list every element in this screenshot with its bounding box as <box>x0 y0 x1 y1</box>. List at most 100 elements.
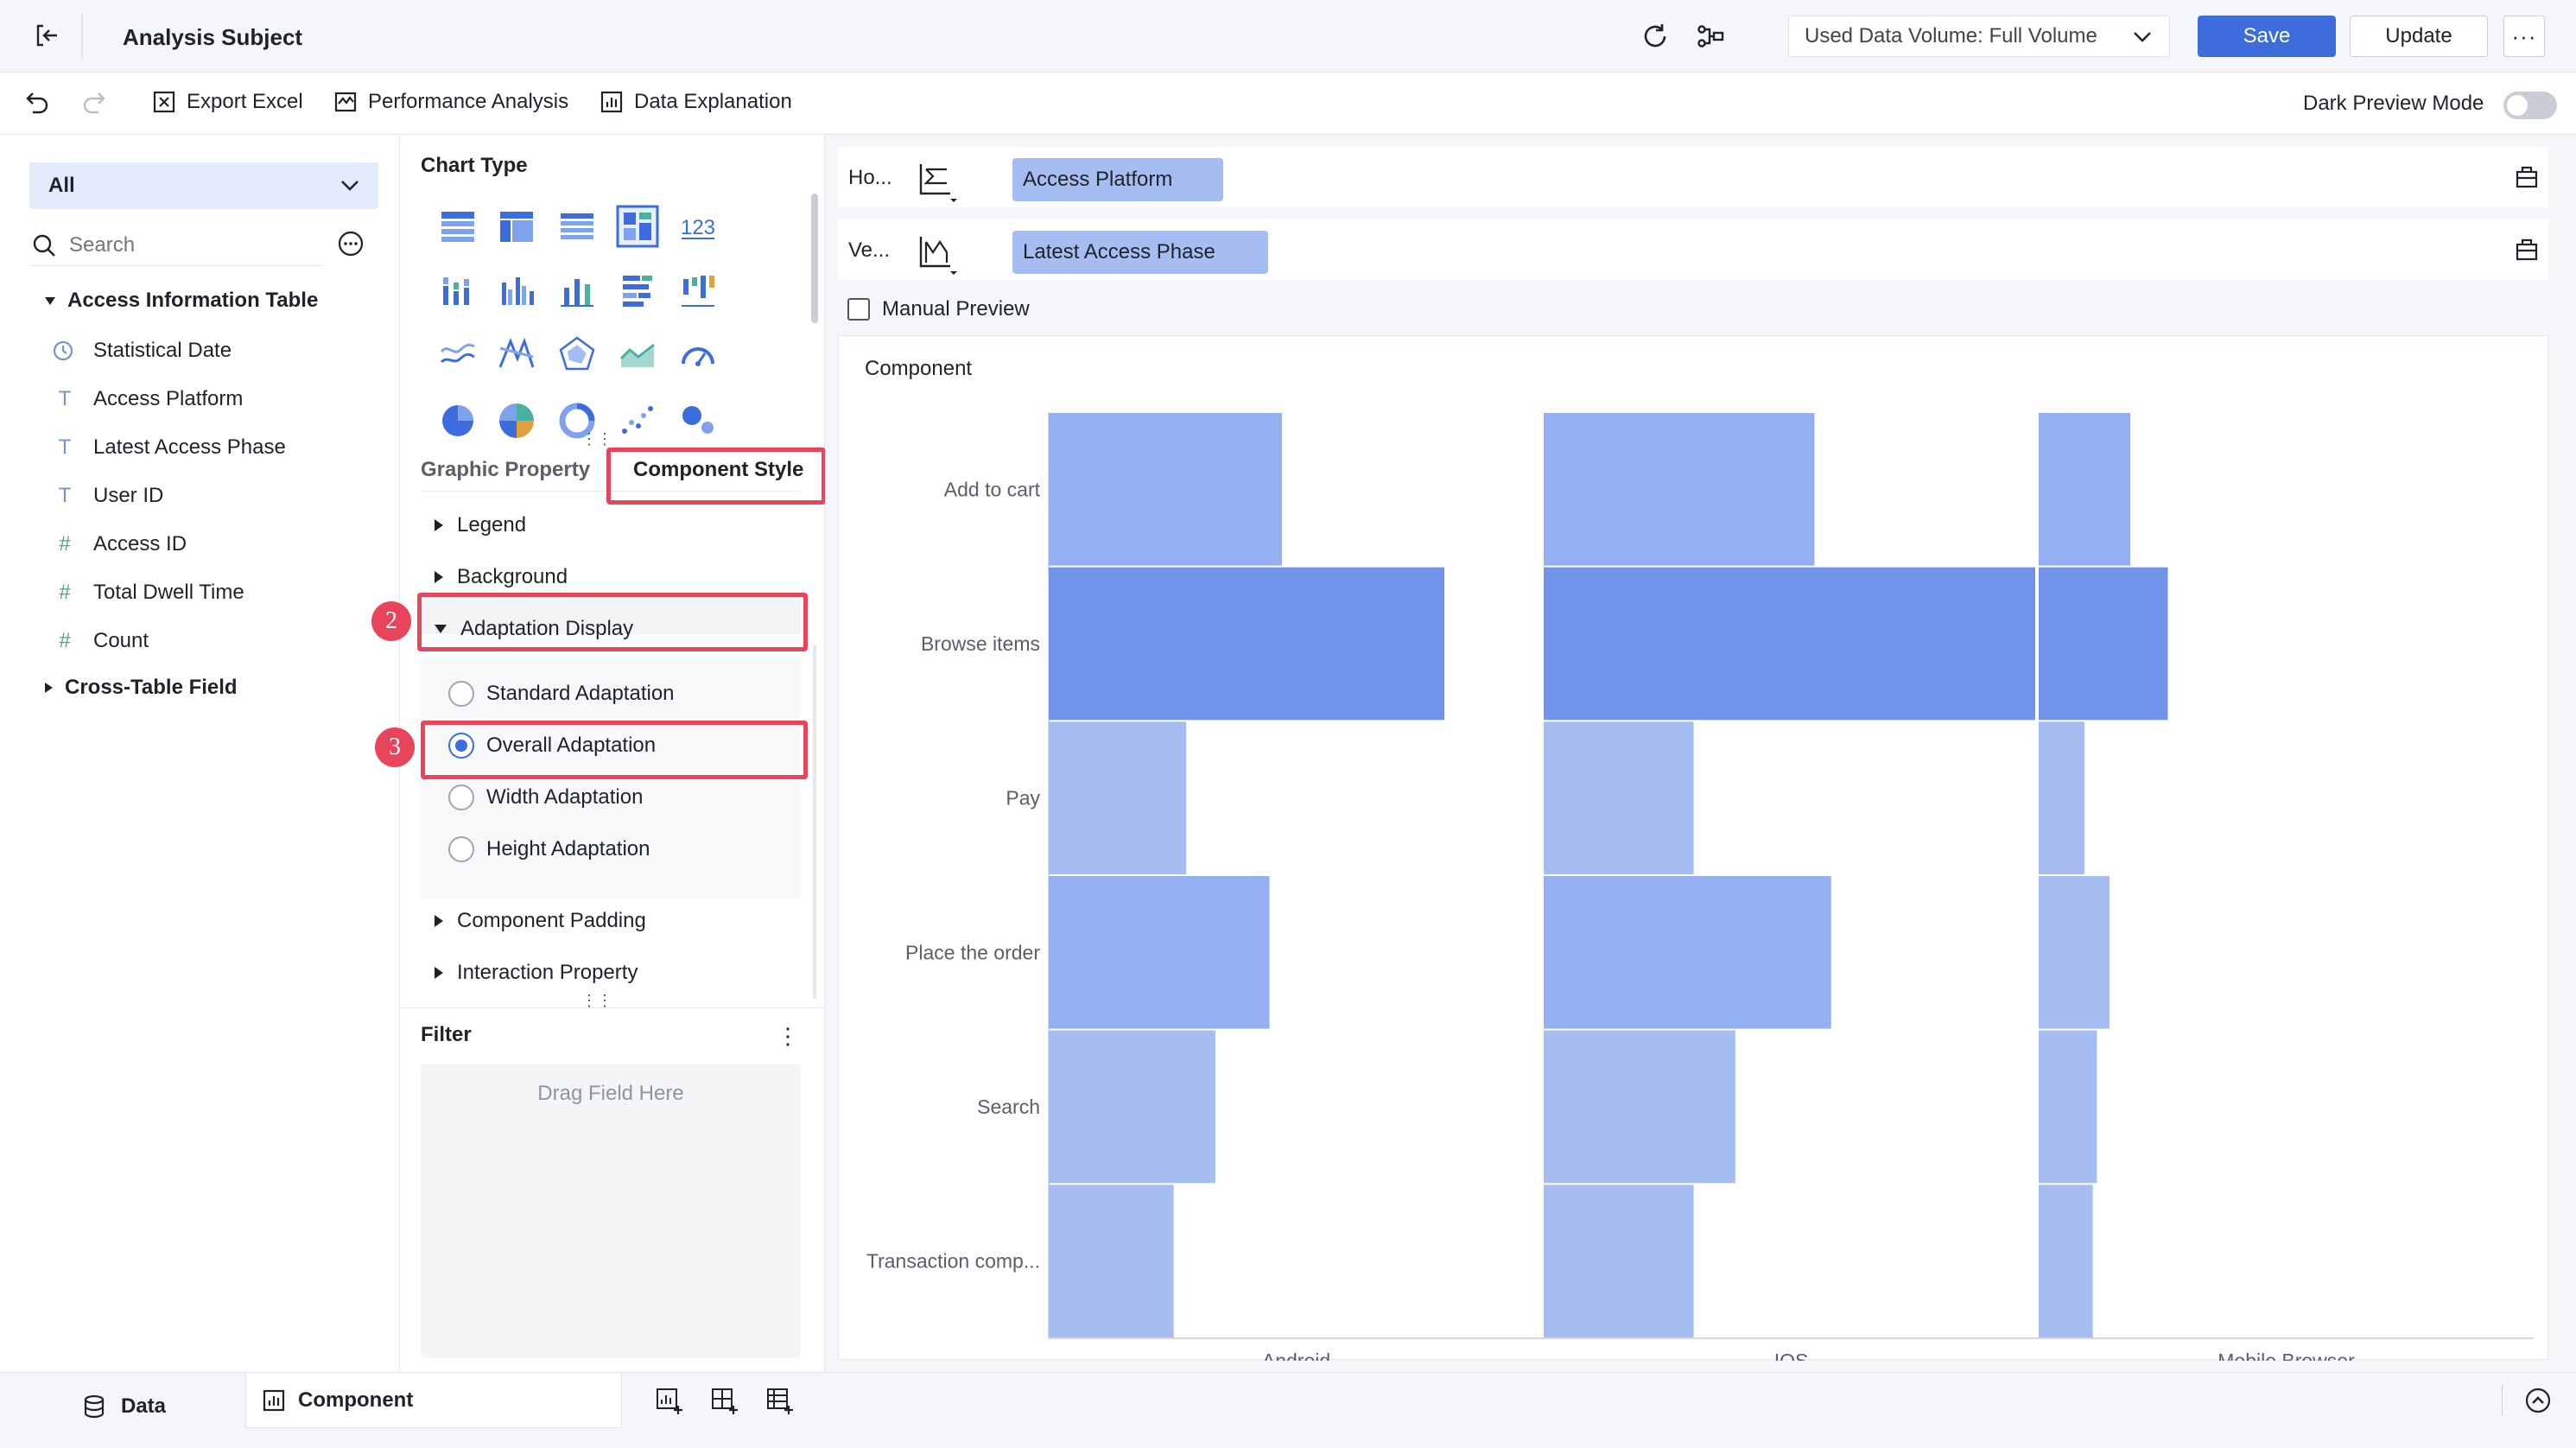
tab-data[interactable]: Data <box>81 1394 166 1419</box>
performance-analysis-button[interactable]: Performance Analysis <box>333 90 568 114</box>
bar[interactable] <box>1544 1184 1694 1337</box>
field-user-id[interactable]: T User ID <box>52 479 164 513</box>
bar[interactable] <box>1049 1184 1174 1337</box>
area-chart-icon[interactable] <box>616 333 659 376</box>
undo-icon[interactable] <box>24 90 52 116</box>
scatter-chart-icon[interactable] <box>616 398 659 441</box>
manual-preview[interactable]: Manual Preview <box>847 297 1030 321</box>
export-excel-button[interactable]: Export Excel <box>152 90 303 114</box>
field-latest-access-phase[interactable]: T Latest Access Phase <box>52 430 286 465</box>
stacked-column-icon[interactable] <box>555 269 599 312</box>
bar[interactable] <box>1049 567 1445 721</box>
add-crosstab-icon[interactable] <box>710 1387 739 1416</box>
table-group-cross-table[interactable]: Cross-Table Field <box>45 676 238 700</box>
shelf-settings-icon[interactable] <box>2514 164 2540 190</box>
save-button[interactable]: Save <box>2198 16 2336 57</box>
gauge-icon[interactable] <box>676 333 720 376</box>
filter-drop-zone[interactable]: Drag Field Here <box>421 1064 801 1358</box>
detail-table-icon[interactable] <box>555 205 599 248</box>
filter-more-icon[interactable]: ⋮ <box>777 1025 799 1047</box>
more-button[interactable]: ··· <box>2503 16 2545 57</box>
collapse-icon[interactable] <box>2524 1387 2552 1414</box>
bar[interactable] <box>1544 567 2035 721</box>
dark-mode-toggle[interactable] <box>2503 92 2557 119</box>
more-options-icon[interactable] <box>337 230 365 257</box>
bar-chart-icon[interactable] <box>616 269 659 312</box>
crosstab-icon[interactable] <box>495 205 538 248</box>
resize-handle[interactable]: ⋮⋮ <box>581 993 612 1008</box>
bar[interactable] <box>1049 1030 1215 1184</box>
table-group-access-information[interactable]: Access Information Table <box>45 289 318 313</box>
bar[interactable] <box>1049 721 1187 874</box>
data-volume-select[interactable]: Used Data Volume: Full Volume <box>1788 16 2170 57</box>
horizontal-axis-icon[interactable] <box>917 161 959 202</box>
option-standard-adaptation[interactable]: Standard Adaptation <box>448 681 675 707</box>
field-access-platform[interactable]: T Access Platform <box>52 382 244 416</box>
bar[interactable] <box>2039 413 2131 566</box>
update-button[interactable]: Update <box>2350 16 2488 57</box>
bar[interactable] <box>1544 876 1831 1029</box>
field-total-dwell-time[interactable]: # Total Dwell Time <box>52 575 244 610</box>
field-search[interactable] <box>31 225 321 266</box>
field-statistical-date[interactable]: Statistical Date <box>52 333 232 368</box>
search-input[interactable] <box>69 232 302 257</box>
pie-chart-icon[interactable] <box>436 398 479 441</box>
chart[interactable]: Add to cart Browse items Pay Place the orde… <box>839 336 2549 1361</box>
excel-icon <box>152 90 176 114</box>
legend-section[interactable]: Legend <box>435 513 526 537</box>
vertical-shelf[interactable]: Ve... Latest Access Phase <box>838 219 2548 280</box>
line-chart-icon[interactable] <box>436 333 479 376</box>
vertical-field-pill[interactable]: Latest Access Phase <box>1012 231 1268 274</box>
bar[interactable] <box>2039 1030 2097 1184</box>
radio-standard[interactable] <box>448 681 474 707</box>
lineage-icon[interactable] <box>1695 21 1726 52</box>
option-height-adaptation[interactable]: Height Adaptation <box>448 836 650 862</box>
waterfall-icon[interactable] <box>676 269 720 312</box>
table-icon[interactable] <box>436 205 479 248</box>
radio-height[interactable] <box>448 836 474 862</box>
bar-chart-icon <box>600 90 624 114</box>
add-chart-icon[interactable] <box>655 1387 684 1416</box>
horizontal-shelf[interactable]: Ho... Access Platform <box>838 147 2548 207</box>
tab-graphic-property[interactable]: Graphic Property <box>421 458 590 482</box>
bar[interactable] <box>1049 413 1283 566</box>
field-access-id[interactable]: # Access ID <box>52 527 187 562</box>
number-card-icon[interactable]: 123 <box>676 205 720 248</box>
donut-chart-icon[interactable] <box>495 398 538 441</box>
bar[interactable] <box>2039 1184 2093 1337</box>
caret-right-icon <box>435 571 443 583</box>
bar[interactable] <box>1049 876 1270 1029</box>
redo-icon[interactable] <box>79 90 107 116</box>
shelf-settings-icon[interactable] <box>2514 237 2540 263</box>
scrollbar[interactable] <box>811 194 818 323</box>
refresh-icon[interactable] <box>1640 21 1671 52</box>
resize-handle[interactable]: ⋮⋮ <box>581 431 612 447</box>
tab-component[interactable]: Component <box>245 1373 622 1428</box>
dashboard-card-icon[interactable] <box>616 205 659 248</box>
column-chart-icon[interactable] <box>495 269 538 312</box>
add-table-icon[interactable] <box>765 1387 795 1416</box>
grouped-column-icon[interactable] <box>436 269 479 312</box>
radar-chart-icon[interactable] <box>555 333 599 376</box>
option-width-adaptation[interactable]: Width Adaptation <box>448 784 643 810</box>
bar[interactable] <box>1544 1030 1735 1184</box>
data-explanation-button[interactable]: Data Explanation <box>600 90 792 114</box>
manual-preview-checkbox[interactable] <box>847 298 870 321</box>
radio-width[interactable] <box>448 784 474 810</box>
radar-line-icon[interactable] <box>495 333 538 376</box>
field-count[interactable]: # Count <box>52 624 149 658</box>
datasource-select[interactable]: All <box>29 162 378 209</box>
bar[interactable] <box>1544 721 1694 874</box>
horizontal-field-pill[interactable]: Access Platform <box>1012 158 1223 201</box>
y-tick-label: Place the order <box>905 941 1040 963</box>
bar[interactable] <box>2039 721 2085 874</box>
background-section[interactable]: Background <box>435 565 568 589</box>
bar[interactable] <box>2039 876 2110 1029</box>
vertical-axis-icon[interactable] <box>917 233 959 275</box>
bar[interactable] <box>1544 413 1815 566</box>
interaction-property-section[interactable]: Interaction Property <box>435 961 638 985</box>
bar[interactable] <box>2039 567 2168 721</box>
exit-icon[interactable] <box>33 22 60 49</box>
bubble-chart-icon[interactable] <box>676 398 720 441</box>
component-padding-section[interactable]: Component Padding <box>435 909 646 933</box>
